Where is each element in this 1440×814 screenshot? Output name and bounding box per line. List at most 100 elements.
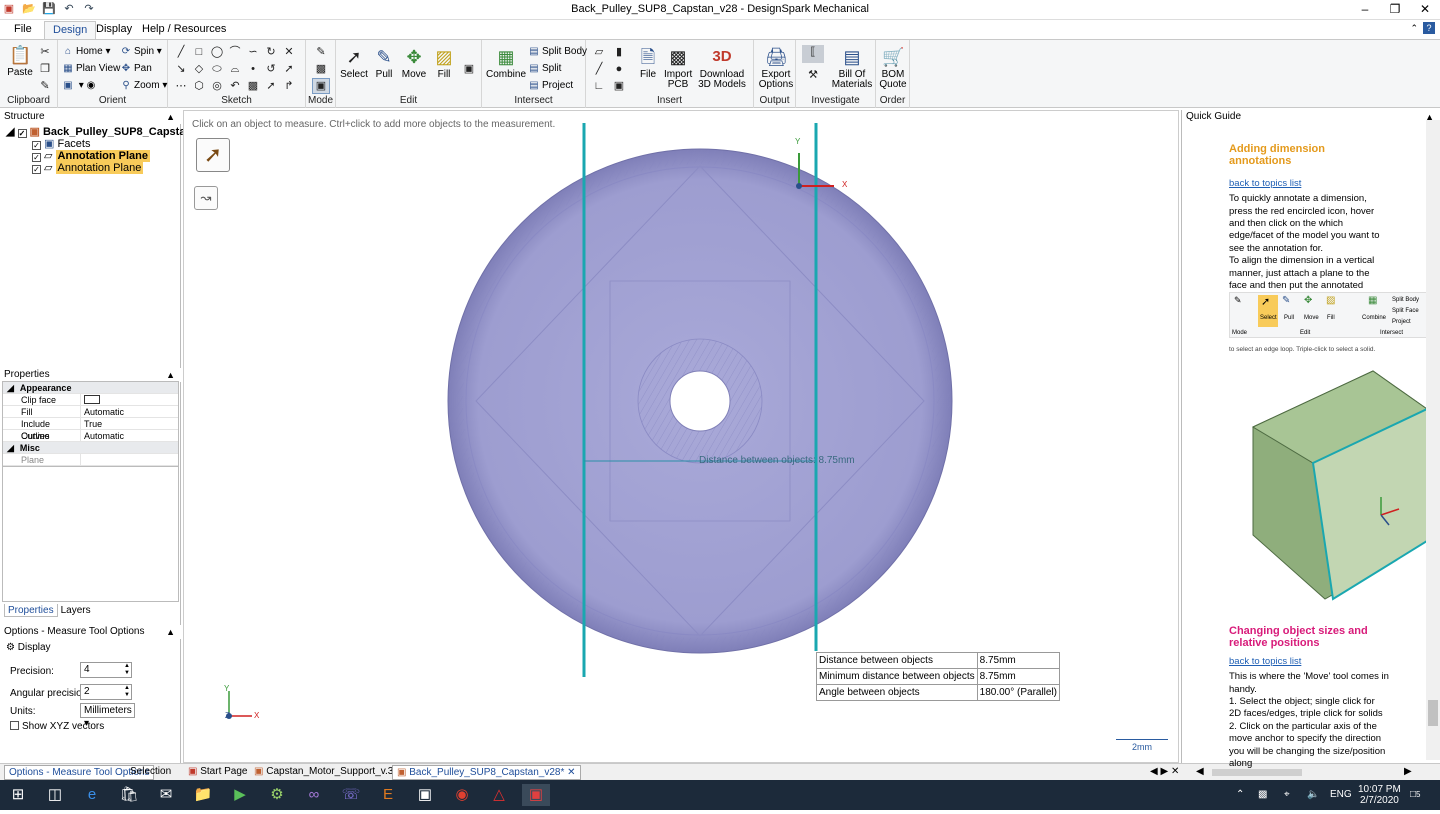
- select-button[interactable]: ➚ Select: [340, 46, 368, 80]
- construction-line-icon[interactable]: ⋯: [174, 79, 188, 93]
- three-point-circle-icon[interactable]: ◎: [210, 79, 224, 93]
- chrome-icon[interactable]: ◉: [451, 784, 473, 806]
- zoom-button[interactable]: ⚲ Zoom ▾: [120, 78, 167, 93]
- dimension-annotation[interactable]: Distance between objects: 8.75mm: [699, 455, 855, 466]
- rectangle-icon[interactable]: □: [192, 45, 206, 59]
- clip-face-swatch[interactable]: [84, 395, 100, 404]
- cylinder-icon[interactable]: ▮: [612, 45, 626, 59]
- volume-icon[interactable]: 🔈: [1307, 780, 1319, 810]
- split-button[interactable]: ▤ Split: [528, 61, 561, 76]
- battery-icon[interactable]: ▩: [1258, 780, 1267, 810]
- tangent-arc-icon[interactable]: ↻: [264, 45, 278, 59]
- view-cube-button[interactable]: ▣ ▾ ◉: [62, 78, 95, 93]
- tree-item-facets[interactable]: ✓ ▣ Facets: [32, 138, 90, 150]
- tab-selection[interactable]: Selection: [126, 765, 175, 780]
- show-hidden-icons[interactable]: ⌃: [1236, 780, 1244, 810]
- collapse-ribbon-icon[interactable]: ⌃: [1410, 23, 1418, 34]
- language-indicator[interactable]: ENG: [1330, 780, 1352, 810]
- precision-stepper[interactable]: 4 ▲ ▼: [80, 662, 132, 678]
- doc-tab-back-pulley[interactable]: ▣ Back_Pulley_SUP8_Capstan_v28* ✕: [392, 765, 581, 780]
- move-grid-icon[interactable]: ➚: [264, 79, 278, 93]
- pin-icon[interactable]: ▲: [166, 110, 175, 124]
- designspark-icon[interactable]: ▣: [522, 784, 550, 806]
- visual-studio-icon[interactable]: ∞: [303, 784, 325, 806]
- property-row[interactable]: Fill Automatic: [3, 406, 178, 418]
- circle-icon[interactable]: ◯: [210, 45, 224, 59]
- property-category[interactable]: ◢ Appearance: [3, 382, 178, 394]
- tab-layers[interactable]: Layers: [58, 604, 94, 617]
- plane-icon[interactable]: ▱: [592, 45, 606, 59]
- eagle-icon[interactable]: E: [377, 784, 399, 806]
- line-icon[interactable]: ╱: [174, 45, 188, 59]
- fill-button[interactable]: ▨ Fill: [432, 46, 456, 80]
- angular-precision-stepper[interactable]: 2 ▲ ▼: [80, 684, 132, 700]
- three-point-arc-icon[interactable]: ↶: [228, 79, 242, 93]
- download-3d-models-button[interactable]: 3D Download 3D Models: [694, 46, 750, 90]
- tree-item-annotation-plane[interactable]: ✓ ▱ Annotation Plane: [32, 162, 144, 174]
- copy-icon[interactable]: ❐: [38, 62, 52, 76]
- project-button[interactable]: ▤ Project: [528, 78, 573, 93]
- viber-icon[interactable]: ☏: [340, 784, 362, 806]
- plan-view-button[interactable]: ▦ Plan View: [62, 61, 120, 76]
- box-icon[interactable]: ▣: [612, 79, 626, 93]
- sketch-mode-icon[interactable]: ✎: [314, 45, 328, 59]
- checkbox[interactable]: [10, 721, 19, 730]
- media-icon[interactable]: ▶: [229, 784, 251, 806]
- tab-display[interactable]: Display: [88, 21, 140, 39]
- back-to-topics-link[interactable]: back to topics list: [1229, 178, 1389, 190]
- spline-icon[interactable]: ∽: [246, 45, 260, 59]
- arc-icon[interactable]: ⌒: [228, 45, 242, 59]
- wifi-icon[interactable]: ⌖: [1284, 780, 1290, 810]
- offset-icon[interactable]: ↺: [264, 62, 278, 76]
- checkbox[interactable]: ✓: [32, 141, 41, 150]
- bend-icon[interactable]: ➚: [282, 62, 296, 76]
- tree-root[interactable]: ◢ ✓ ▣ Back_Pulley_SUP8_Capstan_v2: [6, 126, 211, 138]
- scroll-thumb[interactable]: [1428, 700, 1438, 726]
- paste-button[interactable]: 📋 Paste: [6, 44, 34, 78]
- mail-icon[interactable]: ✉: [155, 784, 177, 806]
- project-to-sketch-icon[interactable]: ▩: [246, 79, 260, 93]
- edge-icon[interactable]: e: [81, 784, 103, 806]
- file-explorer-icon[interactable]: 📁: [192, 784, 214, 806]
- property-row[interactable]: Outline Automatic: [3, 430, 178, 442]
- scroll-left-icon[interactable]: ◀: [1196, 766, 1204, 777]
- file-insert-button[interactable]: 🗎 File: [636, 46, 660, 80]
- tab-file[interactable]: File: [6, 21, 40, 39]
- doc-tab-start-page[interactable]: ▣ Start Page: [184, 765, 252, 780]
- units-select[interactable]: Millimeters ▾: [80, 703, 135, 729]
- kicad-icon[interactable]: ⚙: [266, 784, 288, 806]
- spin-button[interactable]: ⟳ Spin ▾: [120, 44, 162, 59]
- property-category[interactable]: ◢ Misc: [3, 442, 178, 454]
- axis-icon[interactable]: ╱: [592, 62, 606, 76]
- bill-of-materials-button[interactable]: ▤ Bill Of Materials: [830, 46, 874, 90]
- scroll-right-icon[interactable]: ▶: [1404, 766, 1412, 777]
- origin-icon[interactable]: ∟: [592, 79, 606, 93]
- start-icon[interactable]: ⊞: [7, 784, 29, 806]
- import-pcb-button[interactable]: ▩ Import PCB: [664, 46, 692, 90]
- center-hole[interactable]: [669, 370, 731, 432]
- property-row[interactable]: Include Curves True: [3, 418, 178, 441]
- tab-properties[interactable]: Properties: [4, 604, 58, 617]
- close-button[interactable]: ✕: [1410, 0, 1440, 20]
- three-point-rectangle-icon[interactable]: ◇: [192, 62, 206, 76]
- home-button[interactable]: ⌂ Home ▾: [62, 44, 111, 59]
- pin-icon[interactable]: ▲: [166, 625, 175, 639]
- help-icon[interactable]: ?: [1423, 22, 1435, 34]
- trim-icon[interactable]: ✕: [282, 45, 296, 59]
- tangent-line-icon[interactable]: ↘: [174, 62, 188, 76]
- tree-item-annotation-plane[interactable]: ✓ ▱ Annotation Plane: [32, 150, 150, 162]
- property-row[interactable]: Clip face: [3, 394, 178, 406]
- section-mode-icon[interactable]: ▩: [314, 62, 328, 76]
- guide-scrollbar[interactable]: [1426, 120, 1440, 760]
- ellipse-icon[interactable]: ⬭: [210, 62, 224, 76]
- cut-icon[interactable]: ✂: [38, 45, 52, 59]
- export-options-button[interactable]: 🖨 Export Options: [756, 46, 796, 90]
- checkbox[interactable]: ✓: [17, 129, 27, 138]
- measure-icon[interactable]: ⟦: [802, 45, 824, 63]
- 3d-mode-icon[interactable]: ▣: [312, 78, 330, 94]
- back-to-topics-link[interactable]: back to topics list: [1229, 656, 1389, 668]
- blend-icon[interactable]: ▣: [462, 62, 476, 76]
- pin-icon[interactable]: ▲: [166, 368, 175, 382]
- viewport[interactable]: Click on an object to measure. Ctrl+clic…: [183, 110, 1179, 763]
- check-geometry-icon[interactable]: ⚒: [806, 68, 820, 82]
